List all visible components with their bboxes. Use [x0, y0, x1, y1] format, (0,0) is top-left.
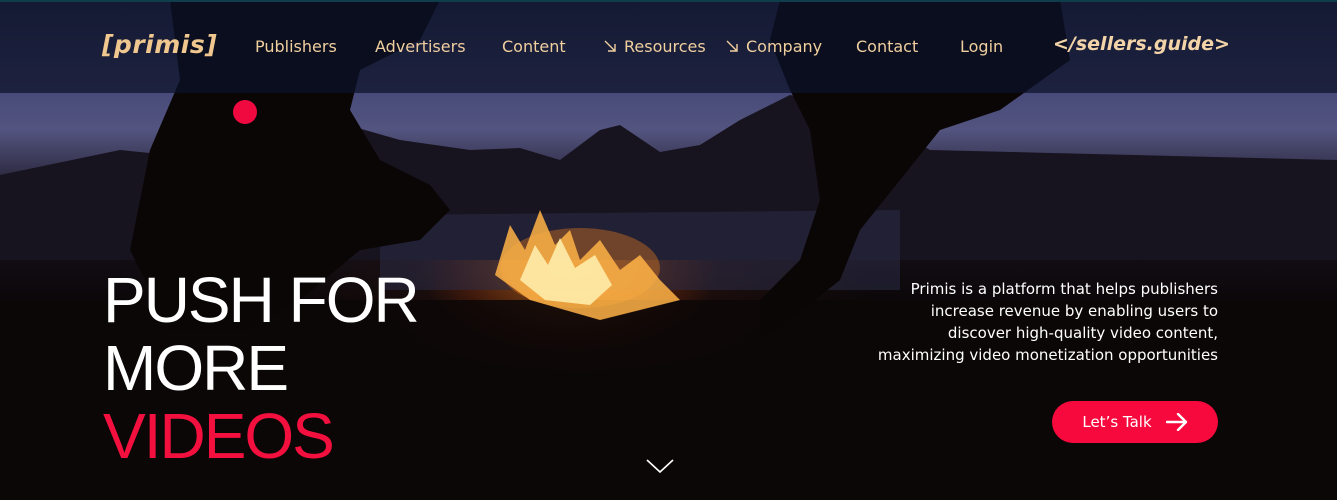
red-dot-decoration	[233, 100, 257, 124]
description-line: increase revenue by enabling users to	[930, 302, 1218, 320]
headline-line-2: MORE	[103, 332, 289, 404]
primis-logo[interactable]: [primis]	[102, 30, 217, 59]
nav-label: Content	[502, 37, 566, 56]
headline-line-3: VIDEOS	[103, 400, 335, 472]
nav-publishers[interactable]: Publishers	[255, 37, 337, 56]
description-line: Primis is a platform that helps publishe…	[910, 280, 1218, 298]
sellers-guide-link[interactable]: </sellers.guide>	[1053, 33, 1230, 55]
headline-line-1: PUSH FOR	[103, 264, 420, 336]
hero-headline: PUSH FOR MORE VIDEOS	[103, 264, 420, 472]
arrow-right-icon	[1165, 413, 1187, 431]
chevron-down-icon[interactable]	[645, 457, 675, 475]
nav-company[interactable]: Company	[726, 37, 822, 56]
description-line: maximizing video monetization opportunit…	[877, 346, 1218, 364]
nav-contact[interactable]: Contact	[856, 37, 918, 56]
nav-label: Publishers	[255, 37, 337, 56]
description-line: discover high-quality video content,	[947, 324, 1218, 342]
arrow-down-right-icon	[604, 40, 616, 56]
lets-talk-label: Let’s Talk	[1082, 413, 1152, 431]
arrow-down-right-icon	[726, 40, 738, 56]
nav-label: Contact	[856, 37, 919, 56]
nav-label: Resources	[624, 37, 706, 56]
lets-talk-button[interactable]: Let’s Talk	[1052, 401, 1218, 443]
hero-description: Primis is a platform that helps publishe…	[848, 278, 1218, 366]
nav-label: Login	[960, 37, 1004, 56]
nav-login[interactable]: Login	[960, 37, 1003, 56]
nav-label: Company	[746, 37, 823, 56]
nav-advertisers[interactable]: Advertisers	[375, 37, 466, 56]
nav-content[interactable]: Content	[502, 37, 566, 56]
top-navbar: [primis] Publishers Advertisers Content …	[0, 0, 1337, 93]
nav-resources[interactable]: Resources	[604, 37, 706, 56]
nav-label: Advertisers	[375, 37, 466, 56]
